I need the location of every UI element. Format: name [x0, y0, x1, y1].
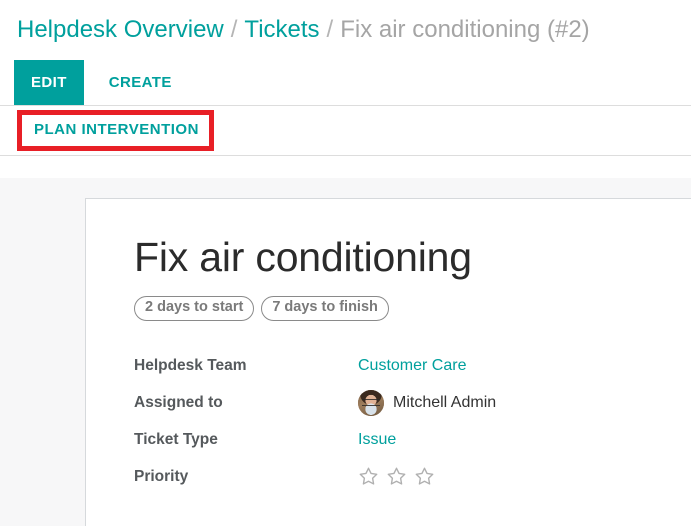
glasses-icon — [362, 398, 380, 406]
field-value-helpdesk-team[interactable]: Customer Care — [358, 357, 466, 375]
form-content-area: Fix air conditioning 2 days to start 7 d… — [0, 178, 691, 526]
breadcrumb-item-helpdesk-overview[interactable]: Helpdesk Overview — [17, 18, 224, 42]
create-button[interactable]: CREATE — [93, 60, 188, 105]
breadcrumb-separator: / — [326, 16, 334, 43]
field-value-assigned-to[interactable]: Mitchell Admin — [358, 389, 497, 416]
field-label-priority: Priority — [134, 467, 189, 485]
assignee-name: Mitchell Admin — [393, 393, 497, 411]
page-title: Fix air conditioning — [134, 234, 472, 280]
field-value-ticket-type[interactable]: Issue — [358, 431, 396, 449]
breadcrumb-bar: Helpdesk Overview / Tickets / Fix air co… — [0, 0, 691, 60]
action-button-bar: PLAN INTERVENTION — [0, 106, 691, 155]
priority-stars[interactable] — [358, 466, 435, 487]
breadcrumb-item-tickets[interactable]: Tickets — [244, 18, 319, 42]
breadcrumb-separator: / — [230, 16, 238, 43]
record-toolbar: EDIT CREATE — [0, 60, 691, 105]
badge-days-to-finish: 7 days to finish — [261, 296, 389, 322]
plan-intervention-button[interactable]: PLAN INTERVENTION — [34, 119, 199, 141]
avatar — [358, 389, 384, 416]
field-group: Helpdesk Team Customer Care Assigned to … — [134, 347, 691, 495]
deadline-badges: 2 days to start 7 days to finish — [134, 296, 691, 322]
star-icon[interactable] — [358, 466, 379, 487]
star-icon[interactable] — [386, 466, 407, 487]
field-row-assigned-to: Assigned to Mitchell Admin — [134, 384, 691, 421]
field-label-ticket-type: Ticket Type — [134, 430, 218, 448]
breadcrumb-item-current: Fix air conditioning (#2) — [340, 16, 590, 43]
field-row-priority: Priority — [134, 458, 691, 495]
field-row-ticket-type: Ticket Type Issue — [134, 421, 691, 458]
field-row-helpdesk-team: Helpdesk Team Customer Care — [134, 347, 691, 384]
plan-intervention-highlight: PLAN INTERVENTION — [17, 110, 214, 151]
field-label-assigned-to: Assigned to — [134, 393, 223, 411]
field-label-helpdesk-team: Helpdesk Team — [134, 356, 247, 374]
form-sheet: Fix air conditioning 2 days to start 7 d… — [85, 198, 691, 526]
action-bar-divider — [0, 155, 691, 156]
edit-button[interactable]: EDIT — [14, 60, 84, 105]
breadcrumb: Helpdesk Overview / Tickets / Fix air co… — [17, 18, 590, 42]
badge-days-to-start: 2 days to start — [134, 296, 255, 322]
star-icon[interactable] — [414, 466, 435, 487]
